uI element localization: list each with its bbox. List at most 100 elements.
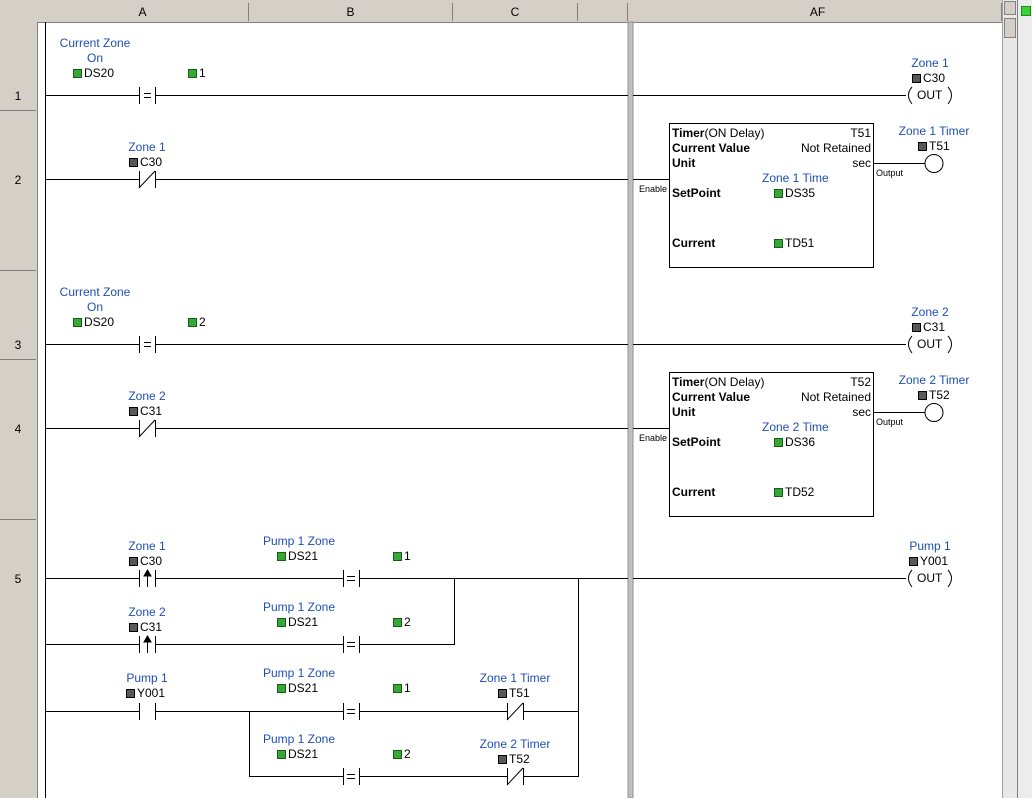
rung4-timer-box[interactable]: Timer(ON Delay) T52 Current Value Not Re… [669, 372, 874, 517]
rung4-contact-address[interactable]: C31 [129, 404, 162, 418]
rung5-pump1-address[interactable]: Y001 [126, 686, 165, 700]
rung5-cmp2-address[interactable]: DS21 [277, 615, 318, 629]
bit-icon [909, 557, 918, 566]
rung2-coil-address[interactable]: T51 [918, 139, 950, 153]
rung2-enable-label: Enable [639, 184, 668, 194]
rung5-nc1-label: Zone 1 Timer [479, 671, 551, 685]
timer-setpoint-address[interactable]: DS35 [774, 186, 815, 200]
address-text: DS21 [288, 747, 319, 761]
side-panel-edge [1017, 0, 1032, 798]
rung5-cmp1-address[interactable]: DS21 [277, 549, 318, 563]
rung2-timer-box[interactable]: Timer(ON Delay) T51 Current Value Not Re… [669, 123, 874, 268]
timer-current-value-label: Current Value [672, 141, 751, 155]
vertical-scrollbar[interactable] [1002, 0, 1017, 798]
rung5-nc2-address[interactable]: T52 [498, 752, 530, 766]
address-text: T51 [929, 139, 950, 153]
rung5-cmp3-label: Pump 1 Zone [262, 666, 336, 680]
rung1-compare-value[interactable]: 1 [188, 66, 206, 80]
integer-register-icon [277, 552, 286, 561]
timer-number: T51 [850, 126, 871, 140]
timer-setpoint-address[interactable]: DS36 [774, 435, 815, 449]
address-text: T52 [929, 388, 950, 402]
rung3-coil-out[interactable]: OUT [917, 337, 942, 351]
address-text: C30 [140, 155, 163, 169]
bit-icon [918, 142, 927, 151]
rung5-cmp1-value[interactable]: 1 [393, 549, 411, 563]
integer-register-icon [774, 488, 783, 497]
rung1-contact-label-2: On [86, 51, 104, 65]
rung2-contact-label: Zone 1 [128, 140, 166, 154]
integer-register-icon [393, 684, 402, 693]
rung5-cmp1-label: Pump 1 Zone [262, 534, 336, 548]
integer-register-icon [277, 750, 286, 759]
rung5-coil-label: Pump 1 [909, 539, 951, 553]
bit-icon [912, 323, 921, 332]
column-splitter [627, 21, 634, 798]
rung5-zone2-label: Zone 2 [128, 605, 166, 619]
rung3-contact-address[interactable]: DS20 [73, 315, 114, 329]
rung4-coil-label: Zone 2 Timer [898, 373, 970, 387]
timer-title: Timer(ON Delay) [672, 126, 765, 140]
rung1-coil-out[interactable]: OUT [917, 88, 942, 102]
integer-register-icon [277, 618, 286, 627]
rung5-cmp2-value[interactable]: 2 [393, 615, 411, 629]
timer-setpoint-label: SetPoint [672, 186, 721, 200]
address-text: DS21 [288, 681, 319, 695]
timer-current-value-label: Current Value [672, 390, 751, 404]
rung1-contact-address[interactable]: DS20 [73, 66, 114, 80]
timer-title: Timer(ON Delay) [672, 375, 765, 389]
rung2-contact-address[interactable]: C30 [129, 155, 162, 169]
rung5-coil-address[interactable]: Y001 [909, 554, 948, 568]
address-text: DS20 [84, 66, 115, 80]
bit-icon [129, 623, 138, 632]
value-text: 2 [404, 615, 411, 629]
bit-icon [129, 407, 138, 416]
timer-current-label: Current [672, 485, 716, 499]
rung1-coil-address[interactable]: C30 [912, 71, 945, 85]
rung5-cmp4-label: Pump 1 Zone [262, 732, 336, 746]
timer-current-label: Current [672, 236, 716, 250]
timer-unit-label: Unit [672, 405, 696, 419]
rung3-coil-address[interactable]: C31 [912, 320, 945, 334]
rung5-pump1-label: Pump 1 [126, 671, 168, 685]
bit-icon [912, 74, 921, 83]
value-text: 1 [404, 549, 411, 563]
rung5-cmp3-address[interactable]: DS21 [277, 681, 318, 695]
timer-setpoint-desc: Zone 1 Time [762, 171, 829, 185]
value-text: 1 [404, 681, 411, 695]
rung5-zone1-address[interactable]: C30 [129, 554, 162, 568]
integer-register-icon [188, 69, 197, 78]
rung5-cmp2-label: Pump 1 Zone [262, 600, 336, 614]
rung5-cmp4-value[interactable]: 2 [393, 747, 411, 761]
rung4-coil-address[interactable]: T52 [918, 388, 950, 402]
rung5-coil-out[interactable]: OUT [917, 571, 942, 585]
rung5-cmp3-value[interactable]: 1 [393, 681, 411, 695]
timer-retention: Not Retained [800, 141, 871, 155]
address-text: C31 [140, 404, 163, 418]
value-text: 1 [199, 66, 206, 80]
address-text: DS20 [84, 315, 115, 329]
address-text: Y001 [137, 686, 166, 700]
rung5-nc1-address[interactable]: T51 [498, 686, 530, 700]
timer-setpoint-label: SetPoint [672, 435, 721, 449]
rung3-contact-label: Current Zone [59, 285, 131, 299]
rung4-enable-label: Enable [639, 433, 668, 443]
timer-current-address[interactable]: TD52 [774, 485, 814, 499]
address-text: T51 [509, 686, 530, 700]
timer-current-address[interactable]: TD51 [774, 236, 814, 250]
address-text: C31 [140, 620, 163, 634]
integer-register-icon [393, 618, 402, 627]
integer-register-icon [73, 318, 82, 327]
bit-icon [498, 755, 507, 764]
integer-register-icon [393, 750, 402, 759]
scroll-up-button[interactable] [1004, 1, 1016, 15]
scroll-thumb[interactable] [1004, 18, 1016, 38]
rung5-zone2-address[interactable]: C31 [129, 620, 162, 634]
address-text: T52 [509, 752, 530, 766]
address-text: C30 [923, 71, 946, 85]
integer-register-icon [393, 552, 402, 561]
rung3-compare-value[interactable]: 2 [188, 315, 206, 329]
value-text: 2 [404, 747, 411, 761]
bit-icon [126, 689, 135, 698]
rung5-cmp4-address[interactable]: DS21 [277, 747, 318, 761]
